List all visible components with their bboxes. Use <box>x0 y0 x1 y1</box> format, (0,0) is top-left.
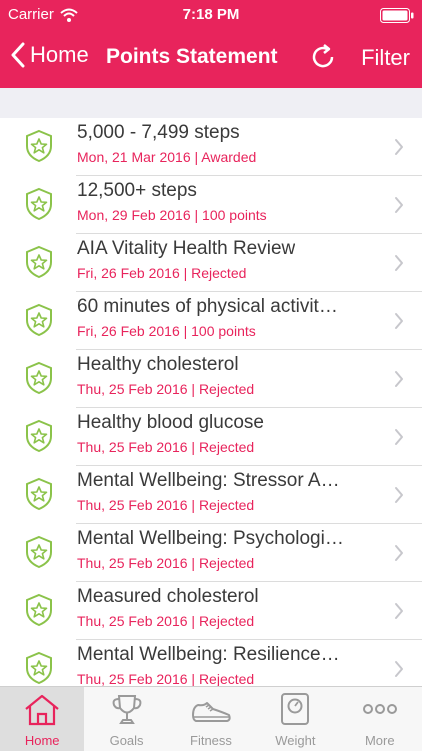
tab-label: Goals <box>109 733 144 748</box>
item-title: Mental Wellbeing: Psychologi… <box>77 528 344 549</box>
chevron-right-icon <box>395 487 403 503</box>
item-title: Healthy cholesterol <box>77 354 239 375</box>
trophy-icon <box>112 695 142 724</box>
chevron-right-icon <box>395 197 403 213</box>
tab-label: More <box>364 733 395 748</box>
filter-button[interactable]: Filter <box>361 45 410 71</box>
chevron-right-icon <box>395 661 403 677</box>
shield-star-icon <box>26 303 52 337</box>
tab-goals[interactable]: Goals <box>84 687 168 751</box>
list-item[interactable]: Measured cholesterol Thu, 25 Feb 2016 | … <box>0 582 422 640</box>
item-title: 60 minutes of physical activit… <box>77 296 338 317</box>
item-title: Mental Wellbeing: Resilience… <box>77 644 340 665</box>
page-title: Points Statement <box>106 45 278 68</box>
item-date-status: Thu, 25 Feb 2016 | Rejected <box>77 381 255 397</box>
item-date-status: Thu, 25 Feb 2016 | Rejected <box>77 439 255 455</box>
list-item[interactable]: Mental Wellbeing: Stressor A… Thu, 25 Fe… <box>0 466 422 524</box>
tab-label: Fitness <box>190 733 232 748</box>
chevron-right-icon <box>395 603 403 619</box>
list-item[interactable]: Mental Wellbeing: Resilience… Thu, 25 Fe… <box>0 640 422 686</box>
home-icon <box>25 694 59 726</box>
refresh-icon[interactable] <box>308 42 338 72</box>
tab-home[interactable]: Home <box>0 687 85 751</box>
item-title: Measured cholesterol <box>77 586 259 607</box>
chevron-right-icon <box>395 255 403 271</box>
chevron-left-icon <box>11 42 25 68</box>
list-header-spacer <box>0 88 422 119</box>
item-title: 5,000 - 7,499 steps <box>77 122 240 143</box>
shoe-icon <box>191 702 231 722</box>
list-item[interactable]: Healthy blood glucose Thu, 25 Feb 2016 |… <box>0 408 422 466</box>
chevron-right-icon <box>395 313 403 329</box>
list-item[interactable]: 5,000 - 7,499 steps Mon, 21 Mar 2016 | A… <box>0 118 422 176</box>
app-header: Carrier 7:18 PM Home Points Statement Fi… <box>0 0 422 88</box>
chevron-right-icon <box>395 545 403 561</box>
item-title: Healthy blood glucose <box>77 412 264 433</box>
more-dots-icon <box>362 704 397 714</box>
list-item[interactable]: 12,500+ steps Mon, 29 Feb 2016 | 100 poi… <box>0 176 422 234</box>
shield-star-icon <box>26 361 52 395</box>
item-date-status: Mon, 21 Mar 2016 | Awarded <box>77 149 257 165</box>
shield-star-icon <box>26 245 52 279</box>
tab-more[interactable]: More <box>338 687 422 751</box>
shield-star-icon <box>26 593 52 627</box>
status-bar: Carrier 7:18 PM <box>0 0 422 30</box>
navigation-bar: Home Points Statement Filter <box>0 30 422 88</box>
scale-icon <box>281 693 310 725</box>
item-title: Mental Wellbeing: Stressor A… <box>77 470 340 491</box>
list-item[interactable]: Mental Wellbeing: Psychologi… Thu, 25 Fe… <box>0 524 422 582</box>
item-date-status: Fri, 26 Feb 2016 | 100 points <box>77 323 256 339</box>
shield-star-icon <box>26 129 52 163</box>
chevron-right-icon <box>395 371 403 387</box>
tab-fitness[interactable]: Fitness <box>169 687 253 751</box>
item-title: AIA Vitality Health Review <box>77 238 296 259</box>
tab-label: Weight <box>275 733 316 748</box>
tab-bar: Home Goals Fitness Weight More <box>0 686 422 751</box>
tab-weight[interactable]: Weight <box>253 687 337 751</box>
list-item[interactable]: AIA Vitality Health Review Fri, 26 Feb 2… <box>0 234 422 292</box>
list-item[interactable]: 60 minutes of physical activit… Fri, 26 … <box>0 292 422 350</box>
item-date-status: Thu, 25 Feb 2016 | Rejected <box>77 671 255 686</box>
item-date-status: Thu, 25 Feb 2016 | Rejected <box>77 613 255 629</box>
item-date-status: Thu, 25 Feb 2016 | Rejected <box>77 497 255 513</box>
item-date-status: Fri, 26 Feb 2016 | Rejected <box>77 265 247 281</box>
back-button[interactable]: Home <box>10 42 89 68</box>
item-date-status: Mon, 29 Feb 2016 | 100 points <box>77 207 267 223</box>
shield-star-icon <box>26 419 52 453</box>
chevron-right-icon <box>395 429 403 445</box>
shield-star-icon <box>26 477 52 511</box>
item-title: 12,500+ steps <box>77 180 197 201</box>
shield-star-icon <box>26 187 52 221</box>
item-date-status: Thu, 25 Feb 2016 | Rejected <box>77 555 255 571</box>
status-time: 7:18 PM <box>182 6 240 23</box>
points-list: 5,000 - 7,499 steps Mon, 21 Mar 2016 | A… <box>0 118 422 686</box>
list-item[interactable]: Healthy cholesterol Thu, 25 Feb 2016 | R… <box>0 350 422 408</box>
back-label: Home <box>30 42 89 67</box>
tab-label: Home <box>24 733 60 748</box>
chevron-right-icon <box>395 139 403 155</box>
shield-star-icon <box>26 535 52 569</box>
shield-star-icon <box>26 651 52 685</box>
battery-icon <box>380 8 414 23</box>
